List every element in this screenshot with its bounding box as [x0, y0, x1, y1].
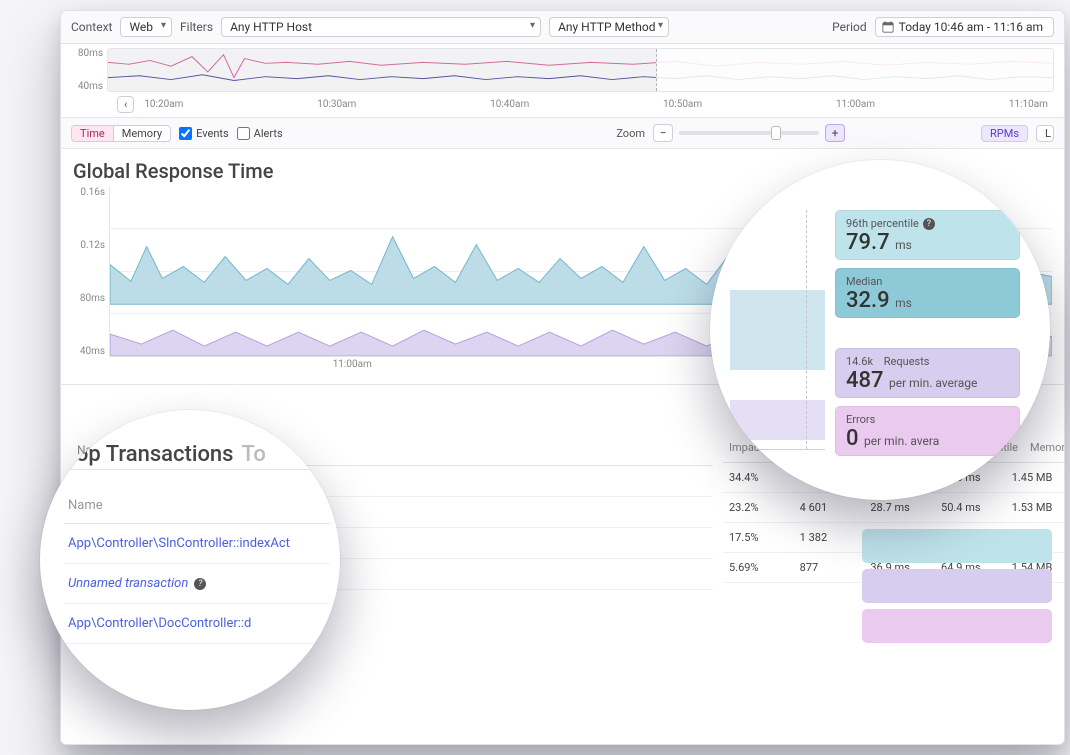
- extra-toggle[interactable]: L: [1036, 125, 1054, 142]
- card-p96[interactable]: 96th percentile ? 79.7 ms: [835, 210, 1020, 260]
- context-label: Context: [71, 20, 112, 34]
- period-label: Period: [832, 20, 866, 34]
- grt-yaxis: 0.16s 0.12s 80ms 40ms: [73, 187, 109, 357]
- card-requests[interactable]: 14.6k Requests 487 per min. average: [835, 348, 1020, 398]
- zoom-track[interactable]: [679, 131, 819, 135]
- events-checkbox[interactable]: Events: [179, 127, 229, 140]
- magnifier-summary-bubble: 96th percentile ? 79.7 ms Median 32.9 ms…: [710, 160, 1050, 500]
- help-icon[interactable]: ?: [194, 578, 206, 590]
- bubble-tab-top-transactions[interactable]: Top Transactions: [64, 442, 234, 467]
- rpms-toggle[interactable]: RPMs: [981, 125, 1028, 142]
- controls-row: Time Memory Events Alerts Zoom − + RPMs …: [61, 118, 1064, 149]
- card-errors[interactable]: Errors 0 per min. avera: [835, 406, 1020, 456]
- col-memory: Memory: [1024, 433, 1065, 462]
- zoom-thumb[interactable]: [771, 126, 781, 140]
- help-icon: ?: [923, 218, 935, 230]
- memory-toggle[interactable]: Memory: [114, 126, 170, 141]
- magnifier-transactions-bubble: Top Transactions To Name App\Controller\…: [40, 410, 340, 710]
- zoom-label: Zoom: [616, 127, 645, 140]
- bubble-tabs: Top Transactions To: [64, 442, 330, 470]
- bubble-tab-fragment[interactable]: To: [242, 442, 266, 467]
- bubble-row[interactable]: App\Controller\SlnController::indexAct: [64, 524, 330, 564]
- bubble-name-header: Name: [64, 470, 330, 524]
- bubble-chart-slice: [730, 210, 825, 450]
- overview-prev-button[interactable]: ‹: [117, 96, 134, 113]
- overview-area: 80ms 40ms ‹ 10:20am 10:30am 10:40am 10:5…: [61, 44, 1064, 118]
- alerts-checkbox[interactable]: Alerts: [237, 127, 283, 140]
- bubble-row[interactable]: Unnamed transaction ?: [64, 564, 330, 604]
- time-toggle[interactable]: Time: [72, 126, 114, 141]
- metric-toggle-group: Time Memory: [71, 125, 171, 142]
- overview-selection[interactable]: [656, 49, 1053, 91]
- overview-timeline: ‹ 10:20am 10:30am 10:40am 10:50am 11:00a…: [71, 92, 1054, 117]
- period-value: Today 10:46 am - 11:16 am: [899, 20, 1043, 34]
- http-host-select[interactable]: Any HTTP Host: [221, 17, 541, 37]
- card-median[interactable]: Median 32.9 ms: [835, 268, 1020, 318]
- period-picker[interactable]: Today 10:46 am - 11:16 am: [875, 17, 1054, 37]
- zoom-slider: − +: [653, 124, 845, 142]
- filters-label: Filters: [180, 20, 213, 34]
- filter-bar: Context Web Filters Any HTTP Host Any HT…: [61, 11, 1064, 44]
- zoom-in-button[interactable]: +: [825, 124, 845, 142]
- bubble-row[interactable]: App\Controller\DocController::d: [64, 604, 330, 644]
- summary-cards-shadow: per min. average per min. average: [862, 529, 1052, 643]
- context-select[interactable]: Web: [120, 17, 172, 37]
- overview-yaxis: 80ms 40ms: [71, 48, 107, 92]
- http-method-select[interactable]: Any HTTP Method: [549, 17, 669, 37]
- calendar-icon: [882, 21, 894, 33]
- overview-sparkline[interactable]: [107, 48, 1054, 92]
- zoom-out-button[interactable]: −: [653, 124, 673, 142]
